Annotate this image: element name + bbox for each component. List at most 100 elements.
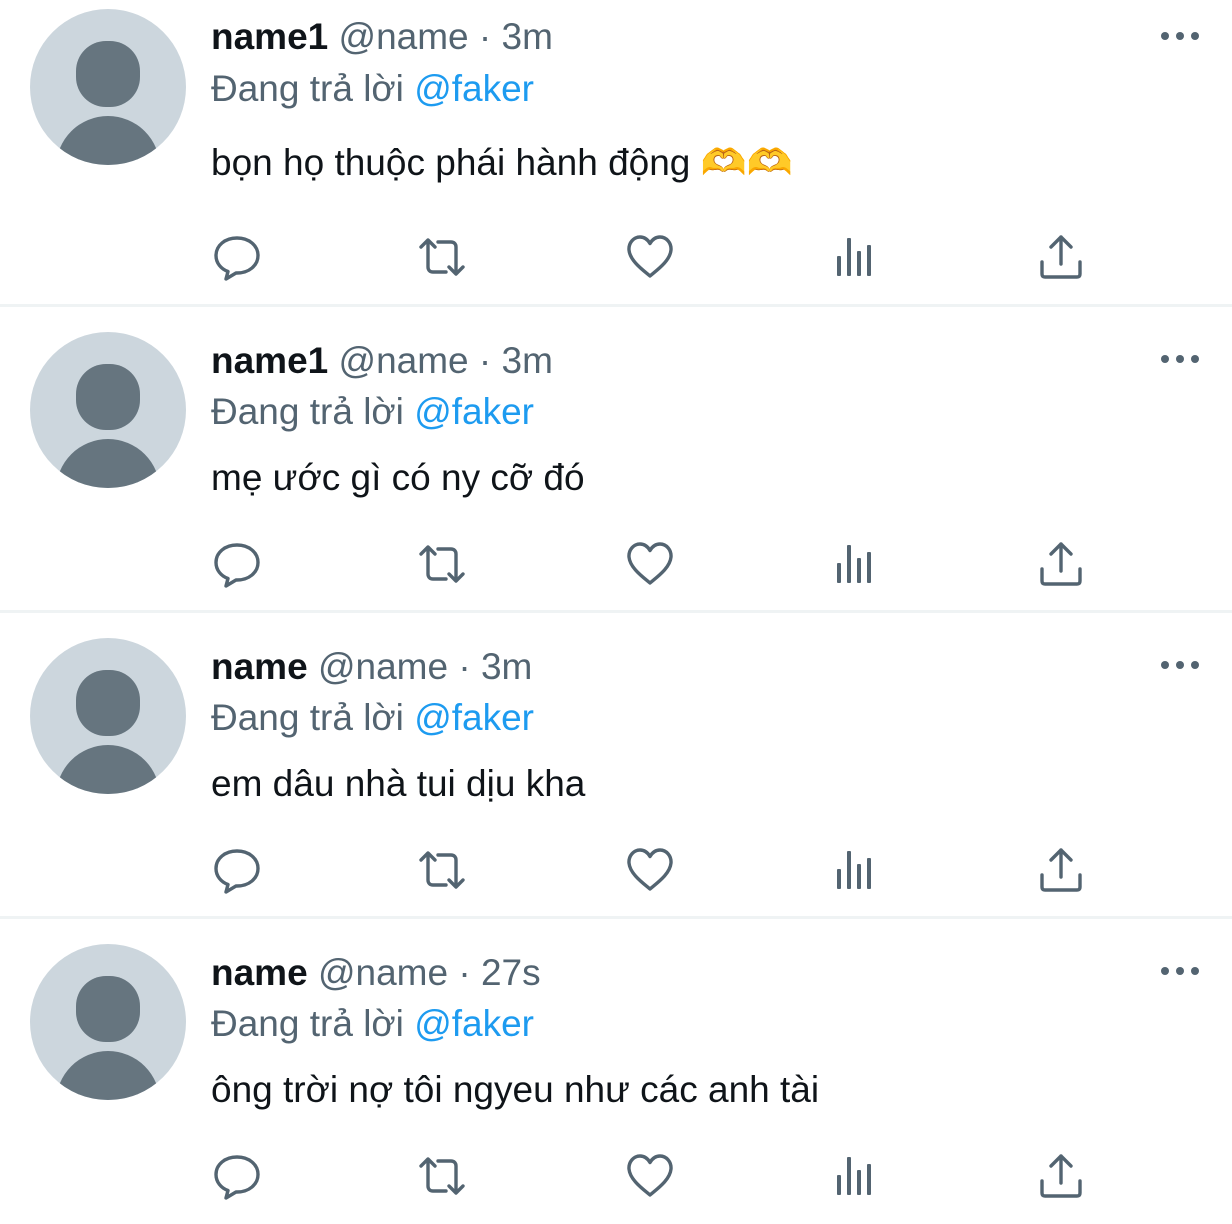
reply-button[interactable] bbox=[212, 539, 262, 589]
more-icon[interactable] bbox=[1158, 349, 1202, 369]
separator-dot: · bbox=[478, 340, 492, 381]
mention-link[interactable]: @faker bbox=[414, 68, 534, 109]
mention-link[interactable]: @faker bbox=[414, 1003, 534, 1044]
tweet-actions bbox=[0, 232, 1232, 282]
tweet-header: name1 @name · 3m bbox=[211, 338, 553, 384]
reply-icon bbox=[214, 849, 260, 894]
heart-icon bbox=[627, 1154, 673, 1197]
views-icon bbox=[837, 1157, 871, 1195]
reply-icon bbox=[214, 236, 260, 281]
separator-dot: · bbox=[478, 16, 492, 57]
tweet-text: em dâu nhà tui dịu kha bbox=[211, 763, 586, 804]
tweet[interactable]: name @name · 27s Đang trả lời @faker ông… bbox=[0, 918, 1232, 1224]
retweet-icon bbox=[419, 238, 465, 276]
views-icon bbox=[837, 545, 871, 583]
share-button[interactable] bbox=[1036, 1151, 1086, 1201]
retweet-button[interactable] bbox=[417, 539, 467, 589]
timestamp[interactable]: 3m bbox=[502, 16, 553, 57]
user-handle[interactable]: @name bbox=[318, 646, 448, 687]
reply-button[interactable] bbox=[212, 1151, 262, 1201]
share-button[interactable] bbox=[1036, 539, 1086, 589]
more-icon[interactable] bbox=[1158, 961, 1202, 981]
more-icon[interactable] bbox=[1158, 26, 1202, 46]
tweet-text: mẹ ước gì có ny cỡ đó bbox=[211, 457, 585, 498]
display-name[interactable]: name1 bbox=[211, 16, 328, 57]
share-icon bbox=[1040, 235, 1082, 279]
retweet-button[interactable] bbox=[417, 845, 467, 895]
tweet-header: name1 @name · 3m bbox=[211, 14, 553, 60]
replying-to-label: Đang trả lời bbox=[211, 391, 404, 432]
display-name[interactable]: name bbox=[211, 646, 308, 687]
reply-feed: name1 @name · 3m Đang trả lời @faker bọn… bbox=[0, 0, 1232, 1219]
share-button[interactable] bbox=[1036, 232, 1086, 282]
avatar-shoulders bbox=[56, 1051, 160, 1100]
retweet-icon bbox=[419, 1157, 465, 1195]
retweet-button[interactable] bbox=[417, 1151, 467, 1201]
replying-to-label: Đang trả lời bbox=[211, 697, 404, 738]
replying-to-label: Đang trả lời bbox=[211, 68, 404, 109]
tweet-header: name @name · 27s bbox=[211, 950, 541, 996]
timestamp[interactable]: 3m bbox=[502, 340, 553, 381]
timestamp[interactable]: 27s bbox=[481, 952, 541, 993]
retweet-icon bbox=[419, 545, 465, 583]
heart-icon bbox=[627, 235, 673, 278]
tweet-text: ông trời nợ tôi ngyeu như các anh tài bbox=[211, 1069, 820, 1110]
views-button[interactable] bbox=[831, 1151, 881, 1201]
retweet-icon bbox=[419, 851, 465, 889]
views-button[interactable] bbox=[831, 232, 881, 282]
views-button[interactable] bbox=[831, 845, 881, 895]
avatar-head bbox=[76, 976, 140, 1042]
user-handle[interactable]: @name bbox=[339, 340, 469, 381]
avatar[interactable] bbox=[30, 9, 186, 165]
display-name[interactable]: name bbox=[211, 952, 308, 993]
replying-to: Đang trả lời @faker bbox=[211, 695, 534, 741]
tweet-header: name @name · 3m bbox=[211, 644, 532, 690]
avatar-shoulders bbox=[56, 439, 160, 488]
mention-link[interactable]: @faker bbox=[414, 391, 534, 432]
views-button[interactable] bbox=[831, 539, 881, 589]
replying-to: Đang trả lời @faker bbox=[211, 389, 534, 435]
separator-dot: · bbox=[458, 646, 471, 687]
replying-to: Đang trả lời @faker bbox=[211, 66, 534, 112]
heart-icon bbox=[627, 848, 673, 891]
like-button[interactable] bbox=[625, 845, 675, 895]
avatar[interactable] bbox=[30, 332, 186, 488]
like-button[interactable] bbox=[625, 232, 675, 282]
avatar-head bbox=[76, 670, 140, 736]
display-name[interactable]: name1 bbox=[211, 340, 328, 381]
share-icon bbox=[1040, 1154, 1082, 1198]
reply-button[interactable] bbox=[212, 845, 262, 895]
share-button[interactable] bbox=[1036, 845, 1086, 895]
tweet[interactable]: name @name · 3m Đang trả lời @faker em d… bbox=[0, 612, 1232, 919]
tweet[interactable]: name1 @name · 3m Đang trả lời @faker mẹ … bbox=[0, 306, 1232, 613]
avatar[interactable] bbox=[30, 638, 186, 794]
heart-icon bbox=[627, 542, 673, 585]
replying-to: Đang trả lời @faker bbox=[211, 1001, 534, 1047]
reply-icon bbox=[214, 1155, 260, 1200]
avatar-head bbox=[76, 364, 140, 430]
more-icon[interactable] bbox=[1158, 655, 1202, 675]
tweet-actions bbox=[0, 539, 1232, 589]
retweet-button[interactable] bbox=[417, 232, 467, 282]
avatar-shoulders bbox=[56, 116, 160, 165]
avatar-head bbox=[76, 41, 140, 107]
replying-to-label: Đang trả lời bbox=[211, 1003, 404, 1044]
avatar-shoulders bbox=[56, 745, 160, 794]
like-button[interactable] bbox=[625, 1151, 675, 1201]
views-icon bbox=[837, 238, 871, 276]
separator-dot: · bbox=[458, 952, 471, 993]
timestamp[interactable]: 3m bbox=[481, 646, 532, 687]
tweet[interactable]: name1 @name · 3m Đang trả lời @faker bọn… bbox=[0, 0, 1232, 307]
views-icon bbox=[837, 851, 871, 889]
avatar[interactable] bbox=[30, 944, 186, 1100]
like-button[interactable] bbox=[625, 539, 675, 589]
share-icon bbox=[1040, 848, 1082, 892]
tweet-text: bọn họ thuộc phái hành động 🫶🫶 bbox=[211, 142, 793, 183]
user-handle[interactable]: @name bbox=[339, 16, 469, 57]
reply-button[interactable] bbox=[212, 232, 262, 282]
user-handle[interactable]: @name bbox=[318, 952, 448, 993]
mention-link[interactable]: @faker bbox=[414, 697, 534, 738]
tweet-actions bbox=[0, 1151, 1232, 1201]
share-icon bbox=[1040, 542, 1082, 586]
reply-icon bbox=[214, 543, 260, 588]
